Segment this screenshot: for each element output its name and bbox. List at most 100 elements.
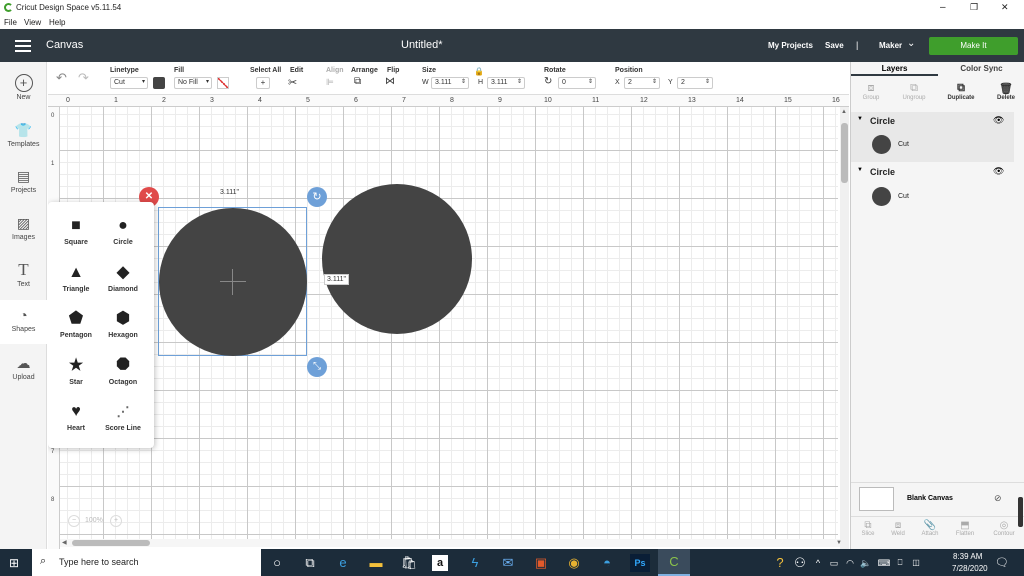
menu-file[interactable]: File [4, 18, 17, 27]
no-fill-swatch-icon[interactable] [217, 77, 229, 89]
edge-icon[interactable]: e [333, 554, 353, 572]
x-position-input[interactable]: 2 ⇕ [624, 77, 660, 89]
scrollbar-up-arrow[interactable]: ▲ [841, 109, 847, 115]
sidebar-item-shapes[interactable]: ◔ Shapes [0, 300, 47, 344]
sidebar-item-new[interactable]: + New [0, 68, 47, 112]
eye-hidden-icon[interactable]: ⊘ [994, 493, 1002, 504]
scrollbar-thumb[interactable] [841, 123, 848, 183]
photoshop-icon[interactable]: Ps [630, 554, 650, 572]
people-icon[interactable]: ⚇ [790, 554, 810, 572]
save-link[interactable]: Save [825, 41, 844, 50]
linetype-select[interactable]: Cut ▾ [110, 77, 148, 89]
horizontal-scrollbar[interactable]: ◀ [60, 539, 840, 547]
help-icon[interactable]: ? [770, 554, 790, 572]
eye-icon[interactable]: 👁 [993, 166, 1004, 177]
shape-star[interactable]: ★ Star [53, 356, 99, 386]
menu-view[interactable]: View [24, 18, 41, 27]
width-input[interactable]: 3.111 ⇕ [431, 77, 469, 89]
design-canvas[interactable]: 0 1 2 3 4 5 6 7 8 9 10 11 12 13 14 15 16… [48, 95, 849, 549]
chevron-down-icon[interactable]: ▼ [857, 116, 863, 122]
rotate-input[interactable]: 0 ⇕ [558, 77, 596, 89]
mail-icon[interactable]: ✉ [498, 554, 518, 572]
right-panel-scrollbar-thumb[interactable] [1018, 497, 1023, 527]
eye-icon[interactable]: 👁 [993, 115, 1004, 126]
app-icon[interactable]: ϟ [465, 554, 485, 572]
group-button[interactable]: ⧈ Group [856, 82, 886, 101]
minimize-button[interactable]: – [940, 2, 946, 13]
volume-icon[interactable]: 🔈 [856, 554, 876, 572]
shape-heart[interactable]: ♥ Heart [53, 402, 99, 432]
select-all-button[interactable]: + [256, 77, 270, 89]
office-icon[interactable]: ▣ [531, 554, 551, 572]
task-view-icon[interactable]: ⧉ [300, 554, 320, 572]
flip-icon[interactable]: ⋈ [385, 76, 395, 87]
cortana-icon[interactable]: ○ [267, 554, 287, 572]
shape-triangle[interactable]: ▲ Triangle [53, 263, 99, 293]
height-input[interactable]: 3.111 ⇕ [487, 77, 525, 89]
windows-start-icon[interactable]: ⊞ [9, 556, 19, 570]
machine-select[interactable]: Maker [879, 41, 902, 50]
redo-icon[interactable]: ↷ [78, 70, 89, 86]
shape-circle[interactable]: ● Circle [100, 216, 146, 246]
close-window-button[interactable]: ✕ [1001, 2, 1009, 13]
circle-shape[interactable] [322, 184, 472, 334]
my-projects-link[interactable]: My Projects [768, 41, 813, 50]
fill-select[interactable]: No Fill ▾ [174, 77, 212, 89]
menu-help[interactable]: Help [49, 18, 65, 27]
maximize-button[interactable]: ❐ [970, 2, 978, 13]
linetype-color-swatch[interactable] [153, 77, 165, 89]
browser-icon[interactable]: ◓ [597, 554, 617, 572]
sidebar-item-images[interactable]: ▨ Images [0, 208, 47, 252]
chevron-down-icon[interactable]: ▼ [857, 167, 863, 173]
slice-button[interactable]: ⧉ Slice [855, 520, 881, 537]
shape-hexagon[interactable]: ⬢ Hexagon [100, 309, 146, 339]
shape-score-line[interactable]: ⋰ Score Line [100, 402, 146, 432]
layer-group-1[interactable]: ▼ Circle 👁 Cut [851, 112, 1014, 162]
document-title[interactable]: Untitled* [401, 39, 443, 51]
shape-diamond[interactable]: ◆ Diamond [100, 263, 146, 293]
weld-button[interactable]: ⧈ Weld [885, 520, 911, 537]
chevron-down-icon[interactable]: ⌄ [907, 38, 915, 49]
align-icon[interactable]: ⊫ [326, 77, 334, 88]
layer-group-2[interactable]: ▼ Circle 👁 Cut [851, 163, 1014, 213]
scrollbar-down-arrow[interactable]: ▼ [836, 540, 842, 546]
sidebar-item-projects[interactable]: ▤ Projects [0, 161, 47, 205]
shape-square[interactable]: ■ Square [53, 216, 99, 246]
cricut-taskbar-icon[interactable]: C [658, 549, 690, 576]
delete-button[interactable]: 🗑 Delete [991, 82, 1021, 101]
shape-octagon[interactable]: ⯃ Octagon [100, 356, 146, 386]
contour-button[interactable]: ◎ Contour [989, 520, 1019, 537]
undo-icon[interactable]: ↶ [56, 70, 67, 86]
tray-icon[interactable]: ◫ [906, 554, 926, 572]
scrollbar-thumb[interactable] [72, 540, 150, 546]
ungroup-button[interactable]: ⧉ Ungroup [897, 82, 931, 101]
flatten-button[interactable]: ⬒ Flatten [951, 520, 979, 537]
resize-handle-icon[interactable]: ⤡ [307, 357, 327, 377]
sidebar-item-upload[interactable]: ☁ Upload [0, 348, 47, 392]
tab-color-sync[interactable]: Color Sync [938, 62, 1024, 76]
rotate-handle-icon[interactable]: ↻ [307, 187, 327, 207]
scrollbar-left-arrow[interactable]: ◀ [62, 539, 67, 546]
make-it-button[interactable]: Make It [929, 37, 1018, 55]
blank-canvas-row[interactable]: Blank Canvas ⊘ [851, 482, 1024, 516]
lock-icon[interactable]: 🔒 [474, 67, 484, 76]
sidebar-item-text[interactable]: T Text [0, 255, 47, 299]
zoom-in-button[interactable]: + [110, 515, 122, 527]
zoom-out-button[interactable]: − [68, 515, 80, 527]
duplicate-button[interactable]: ⧉ Duplicate [943, 82, 979, 101]
hamburger-menu-icon[interactable] [15, 40, 31, 52]
shape-pentagon[interactable]: ⬟ Pentagon [53, 309, 99, 339]
amazon-icon[interactable]: a [432, 555, 448, 571]
arrange-icon[interactable]: ⧉ [354, 76, 361, 87]
tab-layers[interactable]: Layers [851, 62, 938, 76]
vertical-scrollbar[interactable]: ▲ [840, 107, 849, 549]
attach-button[interactable]: 📎 Attach [917, 520, 943, 537]
y-position-input[interactable]: 2 ⇕ [677, 77, 713, 89]
chrome-icon[interactable]: ◉ [564, 554, 584, 572]
store-icon[interactable]: 🛍 [399, 554, 419, 572]
scissors-icon[interactable]: ✂ [288, 76, 297, 89]
file-explorer-icon[interactable]: ▬ [366, 554, 386, 572]
sidebar-item-templates[interactable]: 👕 Templates [0, 115, 47, 159]
taskbar-search-box[interactable]: ⌕ Type here to search [32, 549, 261, 576]
notifications-icon[interactable]: 🗨 [992, 554, 1012, 572]
